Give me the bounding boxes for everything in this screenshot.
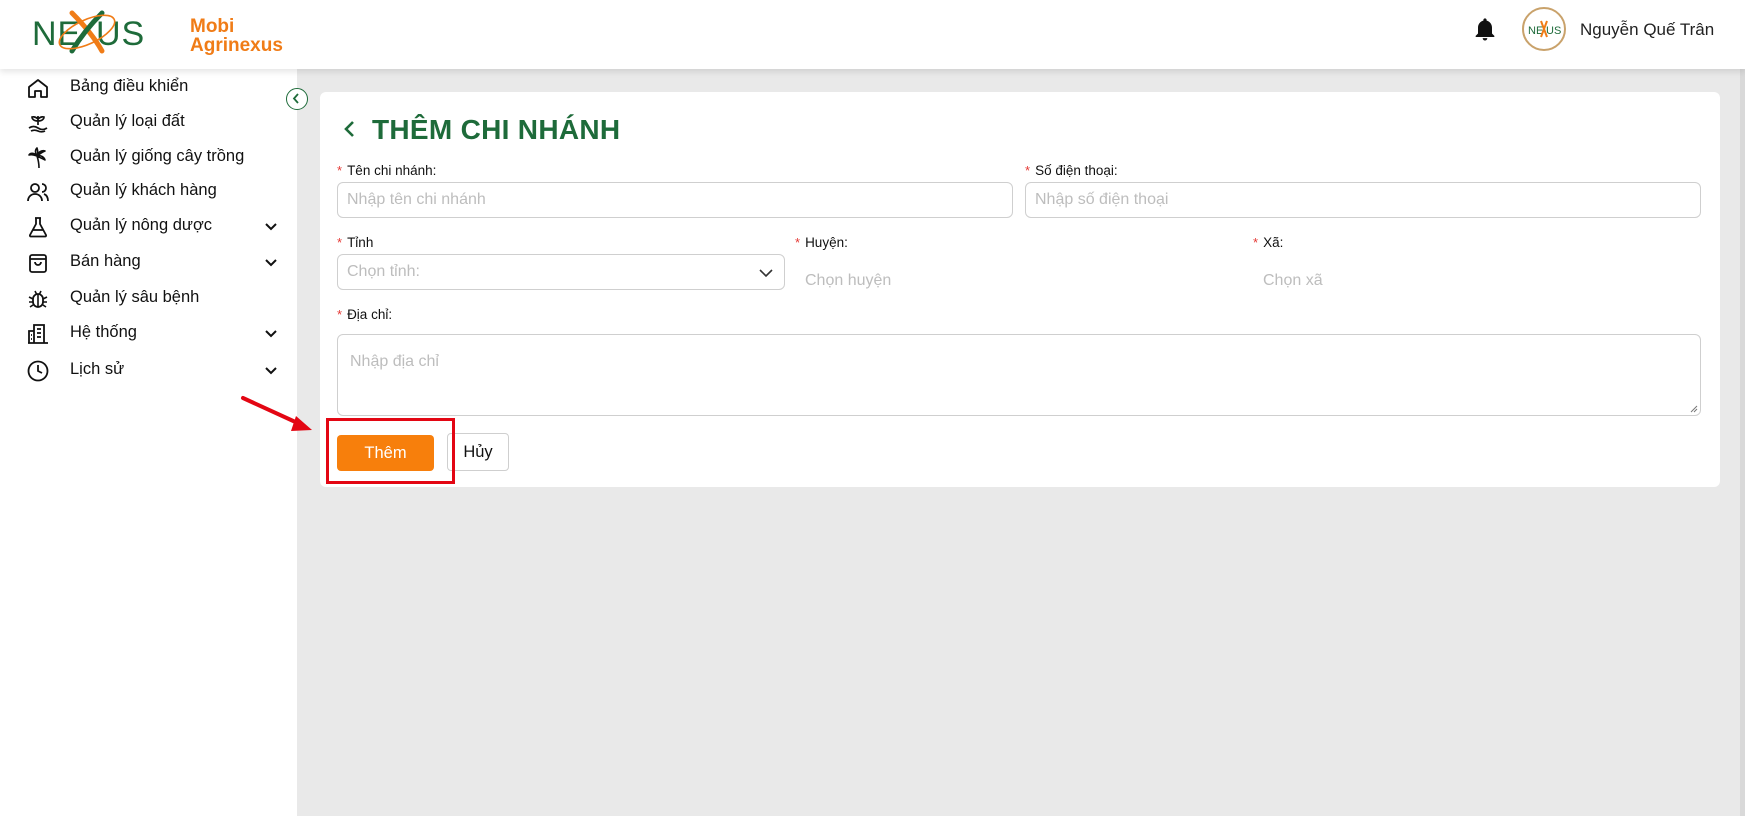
chevron-left-icon [292, 93, 299, 104]
sidebar-item-soil[interactable]: Quản lý loại đất [0, 104, 297, 140]
soil-icon [28, 115, 48, 133]
sidebar-item-label: Bảng điều khiển [70, 77, 189, 95]
chevron-down-icon [265, 330, 277, 338]
app-logo[interactable]: NE US Mobi Agrinexus [32, 5, 283, 61]
sidebar-item-label: Quản lý giống cây trồng [70, 147, 245, 165]
address-label-text: Địa chỉ: [347, 307, 393, 322]
province-label: * Tỉnh [337, 235, 373, 250]
avatar[interactable]: NE US [1522, 7, 1566, 51]
page-title: THÊM CHI NHÁNH [372, 114, 621, 145]
user-name[interactable]: Nguyễn Quế Trân [1580, 20, 1714, 40]
required-mark: * [1253, 235, 1259, 250]
nexus-logo-mark: NE US [32, 10, 145, 54]
annotation-arrow-icon [241, 396, 312, 431]
district-label: * Huyện: [795, 235, 848, 250]
sidebar: Bảng điều khiển Quản lý loại đất Quản lý… [0, 69, 297, 816]
sidebar-item-label: Quản lý khách hàng [70, 181, 217, 199]
bug-icon [28, 290, 48, 308]
address-placeholder: Nhập địa chỉ [350, 353, 439, 370]
annotation-highlight-box [326, 418, 455, 484]
svg-text:US: US [1546, 25, 1561, 37]
sidebar-item-pests[interactable]: Quản lý sâu bệnh [0, 280, 297, 316]
branch-name-input[interactable]: Nhập tên chi nhánh [337, 182, 1013, 218]
required-mark: * [337, 163, 343, 178]
add-branch-card: THÊM CHI NHÁNH * Tên chi nhánh: Nhập tên … [320, 92, 1720, 487]
branch-name-label-text: Tên chi nhánh: [347, 163, 437, 178]
sidebar-item-label: Hệ thống [70, 323, 137, 341]
users-icon [27, 183, 49, 202]
sidebar-item-system[interactable]: Hệ thống [0, 315, 297, 351]
shopping-bag-icon [29, 254, 47, 273]
avatar-logo-icon: NE US [1528, 20, 1561, 38]
sidebar-collapse-button[interactable] [286, 88, 308, 110]
sidebar-item-label: Lịch sử [70, 360, 125, 378]
phone-placeholder: Nhập số điện thoại [1035, 191, 1169, 208]
chevron-down-icon [265, 223, 277, 231]
notification-bell-icon[interactable] [1471, 16, 1499, 44]
page-scrollbar[interactable] [1740, 69, 1745, 816]
required-mark: * [337, 235, 343, 250]
province-select[interactable]: Chọn tỉnh: [337, 254, 785, 290]
chevron-down-icon [265, 259, 277, 267]
phone-label-text: Số điện thoại: [1035, 163, 1118, 178]
ward-select[interactable]: Chọn xã [1263, 272, 1323, 290]
province-placeholder: Chọn tỉnh: [347, 263, 420, 280]
brand-line1: Mobi [190, 16, 235, 37]
brand-line2: Agrinexus [190, 35, 283, 56]
district-select[interactable]: Chọn huyện [805, 272, 891, 290]
sidebar-item-label: Quản lý sâu bệnh [70, 288, 200, 306]
address-textarea[interactable]: Nhập địa chỉ [337, 334, 1701, 416]
required-mark: * [1025, 163, 1031, 178]
resize-grip-icon[interactable] [1688, 403, 1698, 413]
branch-name-label: * Tên chi nhánh: [337, 163, 436, 178]
sidebar-item-dashboard[interactable]: Bảng điều khiển [0, 69, 297, 105]
main-content: THÊM CHI NHÁNH * Tên chi nhánh: Nhập tên … [297, 69, 1745, 816]
sidebar-item-history[interactable]: Lịch sử [0, 352, 297, 388]
home-icon [28, 79, 48, 98]
chevron-down-icon [265, 367, 277, 375]
sidebar-item-customers[interactable]: Quản lý khách hàng [0, 173, 297, 209]
phone-label: * Số điện thoại: [1025, 163, 1118, 178]
brand-name: Mobi Agrinexus [190, 17, 283, 55]
sidebar-item-pesticides[interactable]: Quản lý nông dược [0, 208, 297, 244]
address-label: * Địa chỉ: [337, 307, 392, 322]
sidebar-item-label: Quản lý nông dược [70, 216, 213, 234]
sidebar-item-label: Quản lý loại đất [70, 112, 185, 130]
ward-label-text: Xã: [1263, 235, 1284, 250]
back-chevron-icon[interactable] [340, 118, 360, 140]
svg-text:US: US [96, 15, 145, 53]
chevron-down-icon [759, 269, 773, 278]
sidebar-item-sales[interactable]: Bán hàng [0, 244, 297, 280]
branch-name-placeholder: Nhập tên chi nhánh [347, 191, 486, 208]
sidebar-item-plant-varieties[interactable]: Quản lý giống cây trồng [0, 139, 297, 175]
flask-icon [28, 217, 48, 238]
phone-input[interactable]: Nhập số điện thoại [1025, 182, 1701, 218]
top-header: NE US Mobi Agrinexus NE US Nguyễn Quế Tr… [0, 0, 1745, 69]
sidebar-item-label: Bán hàng [70, 252, 141, 270]
palm-tree-icon [28, 147, 46, 169]
province-label-text: Tỉnh [347, 235, 374, 250]
required-mark: * [337, 307, 343, 322]
ward-label: * Xã: [1253, 235, 1283, 250]
clock-icon [27, 360, 49, 382]
building-icon [28, 324, 48, 344]
cancel-button[interactable]: Hủy [447, 433, 509, 471]
district-label-text: Huyện: [805, 235, 848, 250]
required-mark: * [795, 235, 801, 250]
